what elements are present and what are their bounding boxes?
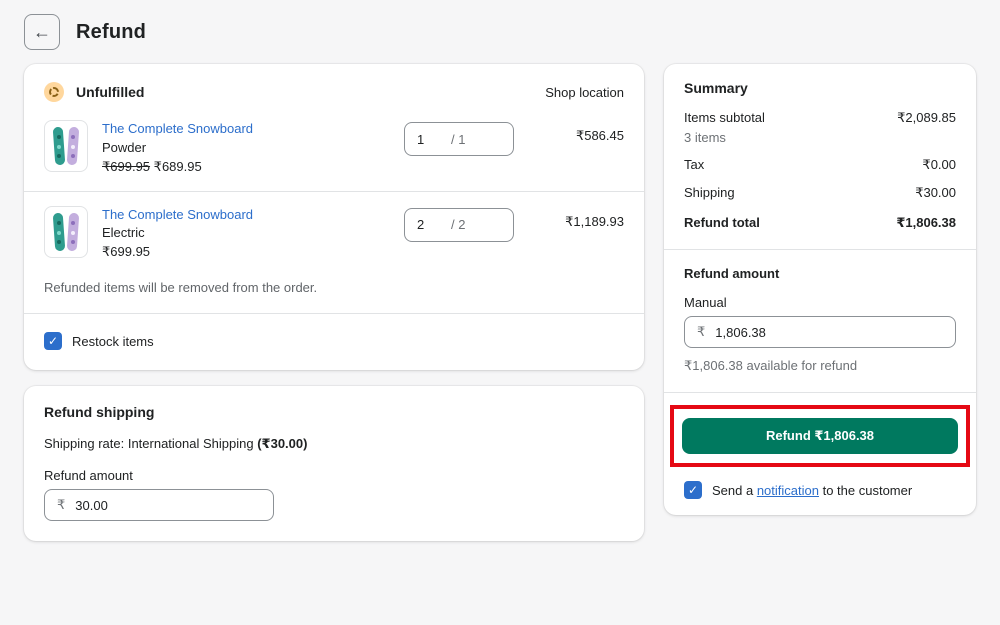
- items-subtotal-label: Items subtotal: [684, 110, 765, 125]
- restock-row: ✓ Restock items: [24, 313, 644, 370]
- refund-total-label: Refund total: [684, 215, 760, 230]
- available-for-refund-note: ₹1,806.38 available for refund: [684, 358, 858, 373]
- restock-checkbox[interactable]: ✓: [44, 332, 62, 351]
- tax-label: Tax: [684, 157, 705, 172]
- quantity-input[interactable]: [417, 131, 451, 147]
- back-button[interactable]: ←: [24, 14, 60, 50]
- refund-note: Refunded items will be removed from the …: [44, 280, 318, 296]
- arrow-left-icon: ←: [33, 21, 51, 42]
- page-header: ← Refund: [24, 12, 976, 64]
- restock-label[interactable]: Restock items: [72, 334, 154, 349]
- product-variant: Electric: [102, 225, 145, 241]
- shipping-rate-amount: (₹30.00): [257, 436, 308, 452]
- unit-price: ₹699.95: [102, 244, 151, 260]
- manual-refund-amount-input[interactable]: [715, 324, 943, 340]
- snowboard-icon: [53, 127, 79, 165]
- notify-row: ✓ Send a notification to the customer: [684, 481, 956, 499]
- currency-symbol: ₹: [57, 497, 66, 513]
- refund-page: ← Refund Unfulfilled Shop location The C…: [0, 0, 1000, 625]
- currency-symbol: ₹: [697, 324, 706, 339]
- unfulfilled-card: Unfulfilled Shop location The Complete S: [24, 64, 644, 371]
- shop-location-label: Shop location: [545, 84, 624, 100]
- quantity-max-label: / 2: [451, 217, 466, 233]
- notify-checkbox[interactable]: ✓: [684, 481, 702, 499]
- refund-amount-section: Refund amount Manual ₹ ₹1,806.38 availab…: [664, 249, 976, 392]
- shipping-refund-amount-label: Refund amount: [44, 468, 133, 484]
- line-item-row: The Complete Snowboard Electric ₹699.95 …: [24, 192, 644, 277]
- highlight-annotation-box: Refund ₹1,806.38: [670, 405, 970, 467]
- refund-button[interactable]: Refund ₹1,806.38: [682, 418, 958, 454]
- shipping-label: Shipping: [684, 185, 735, 200]
- line-amount: ₹1,189.93: [565, 213, 624, 229]
- unit-price: ₹689.95: [153, 158, 202, 174]
- fulfillment-status-label: Unfulfilled: [76, 84, 145, 100]
- snowboard-icon: [53, 212, 79, 251]
- summary-title: Summary: [684, 80, 748, 96]
- product-thumbnail: [44, 120, 88, 172]
- checkmark-icon: ✓: [47, 334, 59, 349]
- tax-value: ₹0.00: [922, 157, 956, 172]
- page-title: Refund: [76, 20, 147, 43]
- line-amount: ₹586.45: [575, 128, 624, 143]
- compare-price: ₹699.95: [102, 158, 151, 174]
- line-item-row: The Complete Snowboard Powder ₹699.95 ₹6…: [24, 106, 644, 191]
- shipping-value: ₹30.00: [915, 185, 956, 200]
- manual-refund-amount-field[interactable]: ₹: [684, 316, 956, 348]
- quantity-stepper[interactable]: / 2: [404, 207, 514, 242]
- refund-shipping-title: Refund shipping: [44, 404, 155, 421]
- notification-link[interactable]: notification: [757, 483, 819, 498]
- items-subtotal-value: ₹2,089.85: [897, 110, 956, 125]
- product-link[interactable]: The Complete Snowboard: [102, 121, 253, 136]
- product-link[interactable]: The Complete Snowboard: [102, 207, 253, 222]
- shipping-rate-line: Shipping rate: International Shipping (₹…: [44, 436, 308, 452]
- refund-amount-heading: Refund amount: [684, 266, 780, 281]
- refund-shipping-card: Refund shipping Shipping rate: Internati…: [24, 386, 644, 542]
- shipping-refund-amount-field[interactable]: ₹: [44, 489, 274, 522]
- quantity-max-label: / 1: [451, 131, 466, 147]
- product-thumbnail: [44, 205, 88, 258]
- shipping-refund-amount-input[interactable]: [75, 497, 261, 513]
- quantity-input[interactable]: [417, 217, 451, 233]
- quantity-stepper[interactable]: / 1: [404, 122, 514, 156]
- product-variant: Powder: [102, 139, 147, 155]
- summary-card: Summary Items subtotal ₹2,089.85 3 items…: [664, 64, 976, 515]
- checkmark-icon: ✓: [687, 483, 699, 497]
- actions-section: Refund ₹1,806.38 ✓ Send a notification t…: [664, 392, 976, 515]
- items-count: 3 items: [684, 130, 726, 145]
- refund-total-value: ₹1,806.38: [896, 215, 956, 230]
- unfulfilled-status-icon: [44, 82, 64, 102]
- manual-method-label: Manual: [684, 295, 727, 310]
